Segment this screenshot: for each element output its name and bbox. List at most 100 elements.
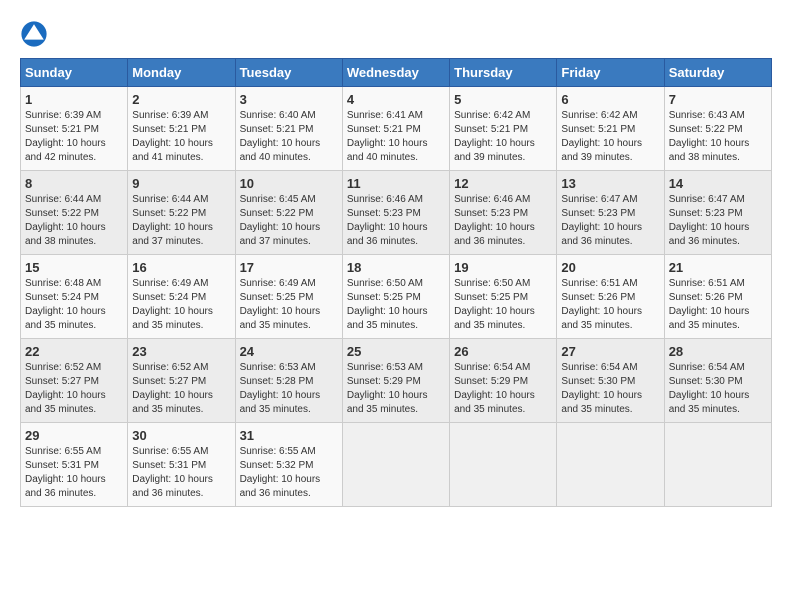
calendar-cell [557, 423, 664, 507]
day-header-tuesday: Tuesday [235, 59, 342, 87]
calendar-cell: 7Sunrise: 6:43 AM Sunset: 5:22 PM Daylig… [664, 87, 771, 171]
day-number: 9 [132, 176, 230, 191]
calendar: SundayMondayTuesdayWednesdayThursdayFrid… [20, 58, 772, 507]
calendar-cell: 25Sunrise: 6:53 AM Sunset: 5:29 PM Dayli… [342, 339, 449, 423]
day-number: 13 [561, 176, 659, 191]
day-number: 12 [454, 176, 552, 191]
calendar-cell: 19 Sunrise: 6:50 AM Sunset: 5:25 PM Dayli… [450, 255, 557, 339]
calendar-cell: 29 Sunrise: 6:55 AM Sunset: 5:31 PM Dayli… [21, 423, 128, 507]
day-header-friday: Friday [557, 59, 664, 87]
calendar-week-5: 29 Sunrise: 6:55 AM Sunset: 5:31 PM Dayli… [21, 423, 772, 507]
day-number: 10 [240, 176, 338, 191]
day-info: Sunrise: 6:39 AM Sunset: 5:21 PM Dayligh… [132, 109, 230, 165]
day-number: 8 [25, 176, 123, 191]
day-number: 21 [669, 260, 767, 275]
day-info: Sunrise: 6:45 AM Sunset: 5:22 PM Dayligh… [240, 193, 338, 249]
calendar-week-4: 22 Sunrise: 6:52 AM Sunset: 5:27 PM Dayli… [21, 339, 772, 423]
day-number: 27 [561, 344, 659, 359]
calendar-cell: 14 Sunrise: 6:47 AM Sunset: 5:23 PM Dayli… [664, 171, 771, 255]
calendar-week-1: 1 Sunrise: 6:39 AM Sunset: 5:21 PM Daylig… [21, 87, 772, 171]
calendar-cell: 23 Sunrise: 6:52 AM Sunset: 5:27 PM Dayli… [128, 339, 235, 423]
calendar-cell: 2Sunrise: 6:39 AM Sunset: 5:21 PM Daylig… [128, 87, 235, 171]
day-info: Sunrise: 6:48 AM Sunset: 5:24 PM Dayligh… [25, 277, 123, 333]
day-number: 20 [561, 260, 659, 275]
day-info: Sunrise: 6:54 AM Sunset: 5:30 PM Dayligh… [561, 361, 659, 417]
day-number: 1 [25, 92, 123, 107]
calendar-cell [342, 423, 449, 507]
day-info: Sunrise: 6:54 AM Sunset: 5:30 PM Dayligh… [669, 361, 767, 417]
calendar-cell: 1Sunrise: 6:39 AM Sunset: 5:21 PM Daylig… [21, 87, 128, 171]
day-info: Sunrise: 6:42 AM Sunset: 5:21 PM Dayligh… [561, 109, 659, 165]
calendar-week-3: 15Sunrise: 6:48 AM Sunset: 5:24 PM Dayli… [21, 255, 772, 339]
calendar-cell: 9Sunrise: 6:44 AM Sunset: 5:22 PM Daylig… [128, 171, 235, 255]
calendar-cell [450, 423, 557, 507]
day-number: 24 [240, 344, 338, 359]
calendar-cell: 12 Sunrise: 6:46 AM Sunset: 5:23 PM Dayli… [450, 171, 557, 255]
logo-icon [20, 20, 48, 48]
calendar-cell: 21 Sunrise: 6:51 AM Sunset: 5:26 PM Dayli… [664, 255, 771, 339]
day-info: Sunrise: 6:51 AM Sunset: 5:26 PM Dayligh… [561, 277, 659, 333]
calendar-cell: 27 Sunrise: 6:54 AM Sunset: 5:30 PM Dayli… [557, 339, 664, 423]
calendar-cell: 5 Sunrise: 6:42 AM Sunset: 5:21 PM Daylig… [450, 87, 557, 171]
calendar-header-row: SundayMondayTuesdayWednesdayThursdayFrid… [21, 59, 772, 87]
day-number: 5 [454, 92, 552, 107]
calendar-cell: 20 Sunrise: 6:51 AM Sunset: 5:26 PM Dayli… [557, 255, 664, 339]
day-number: 31 [240, 428, 338, 443]
calendar-cell: 4 Sunrise: 6:41 AM Sunset: 5:21 PM Daylig… [342, 87, 449, 171]
calendar-cell: 16 Sunrise: 6:49 AM Sunset: 5:24 PM Dayli… [128, 255, 235, 339]
day-number: 16 [132, 260, 230, 275]
calendar-cell: 13 Sunrise: 6:47 AM Sunset: 5:23 PM Dayli… [557, 171, 664, 255]
day-number: 28 [669, 344, 767, 359]
day-info: Sunrise: 6:44 AM Sunset: 5:22 PM Dayligh… [25, 193, 123, 249]
day-number: 30 [132, 428, 230, 443]
calendar-cell: 24 Sunrise: 6:53 AM Sunset: 5:28 PM Dayli… [235, 339, 342, 423]
day-number: 22 [25, 344, 123, 359]
day-number: 18 [347, 260, 445, 275]
day-number: 7 [669, 92, 767, 107]
calendar-cell: 6 Sunrise: 6:42 AM Sunset: 5:21 PM Daylig… [557, 87, 664, 171]
day-header-monday: Monday [128, 59, 235, 87]
day-info: Sunrise: 6:55 AM Sunset: 5:31 PM Dayligh… [132, 445, 230, 501]
calendar-cell: 10 Sunrise: 6:45 AM Sunset: 5:22 PM Dayli… [235, 171, 342, 255]
day-info: Sunrise: 6:52 AM Sunset: 5:27 PM Dayligh… [132, 361, 230, 417]
calendar-cell: 28 Sunrise: 6:54 AM Sunset: 5:30 PM Dayli… [664, 339, 771, 423]
day-info: Sunrise: 6:42 AM Sunset: 5:21 PM Dayligh… [454, 109, 552, 165]
day-info: Sunrise: 6:46 AM Sunset: 5:23 PM Dayligh… [454, 193, 552, 249]
day-info: Sunrise: 6:40 AM Sunset: 5:21 PM Dayligh… [240, 109, 338, 165]
day-info: Sunrise: 6:52 AM Sunset: 5:27 PM Dayligh… [25, 361, 123, 417]
day-number: 6 [561, 92, 659, 107]
calendar-cell: 30 Sunrise: 6:55 AM Sunset: 5:31 PM Dayli… [128, 423, 235, 507]
day-header-saturday: Saturday [664, 59, 771, 87]
day-info: Sunrise: 6:47 AM Sunset: 5:23 PM Dayligh… [669, 193, 767, 249]
day-number: 19 [454, 260, 552, 275]
calendar-cell: 31 Sunrise: 6:55 AM Sunset: 5:32 PM Dayli… [235, 423, 342, 507]
calendar-cell: 22 Sunrise: 6:52 AM Sunset: 5:27 PM Dayli… [21, 339, 128, 423]
day-info: Sunrise: 6:50 AM Sunset: 5:25 PM Dayligh… [454, 277, 552, 333]
day-number: 23 [132, 344, 230, 359]
day-number: 17 [240, 260, 338, 275]
day-header-wednesday: Wednesday [342, 59, 449, 87]
day-info: Sunrise: 6:53 AM Sunset: 5:28 PM Dayligh… [240, 361, 338, 417]
calendar-cell: 8 Sunrise: 6:44 AM Sunset: 5:22 PM Daylig… [21, 171, 128, 255]
day-number: 29 [25, 428, 123, 443]
day-number: 26 [454, 344, 552, 359]
calendar-week-2: 8 Sunrise: 6:44 AM Sunset: 5:22 PM Daylig… [21, 171, 772, 255]
day-number: 4 [347, 92, 445, 107]
day-info: Sunrise: 6:55 AM Sunset: 5:31 PM Dayligh… [25, 445, 123, 501]
day-info: Sunrise: 6:50 AM Sunset: 5:25 PM Dayligh… [347, 277, 445, 333]
day-info: Sunrise: 6:49 AM Sunset: 5:25 PM Dayligh… [240, 277, 338, 333]
day-info: Sunrise: 6:41 AM Sunset: 5:21 PM Dayligh… [347, 109, 445, 165]
day-header-thursday: Thursday [450, 59, 557, 87]
day-number: 11 [347, 176, 445, 191]
calendar-cell: 18 Sunrise: 6:50 AM Sunset: 5:25 PM Dayli… [342, 255, 449, 339]
day-number: 14 [669, 176, 767, 191]
page-header [20, 20, 772, 48]
day-info: Sunrise: 6:47 AM Sunset: 5:23 PM Dayligh… [561, 193, 659, 249]
day-info: Sunrise: 6:51 AM Sunset: 5:26 PM Dayligh… [669, 277, 767, 333]
day-info: Sunrise: 6:54 AM Sunset: 5:29 PM Dayligh… [454, 361, 552, 417]
day-number: 3 [240, 92, 338, 107]
day-info: Sunrise: 6:55 AM Sunset: 5:32 PM Dayligh… [240, 445, 338, 501]
day-info: Sunrise: 6:49 AM Sunset: 5:24 PM Dayligh… [132, 277, 230, 333]
calendar-cell: 15Sunrise: 6:48 AM Sunset: 5:24 PM Dayli… [21, 255, 128, 339]
calendar-cell: 11Sunrise: 6:46 AM Sunset: 5:23 PM Dayli… [342, 171, 449, 255]
